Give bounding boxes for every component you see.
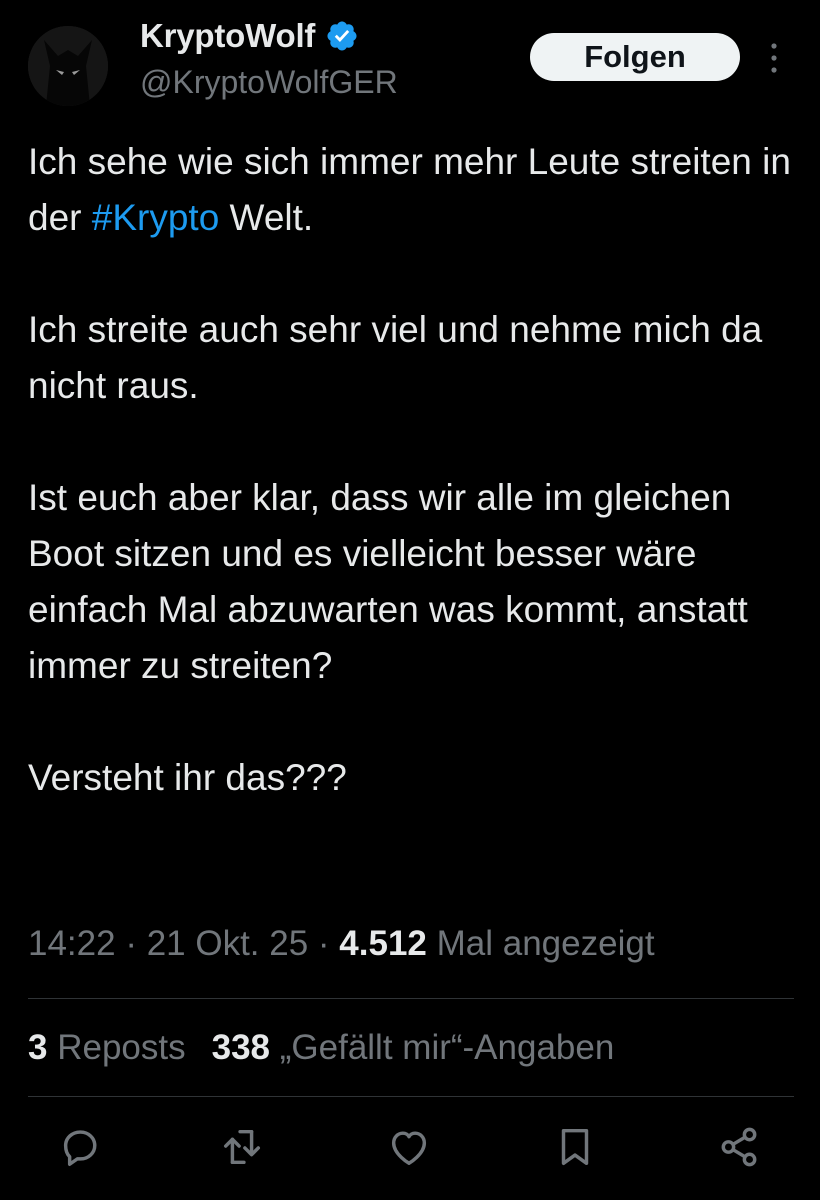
tweet-time[interactable]: 14:22 — [28, 924, 116, 963]
avatar[interactable] — [28, 26, 108, 106]
action-bar — [0, 1124, 820, 1180]
tweet-text-segment: Welt. — [219, 197, 314, 238]
meta-separator: · — [308, 924, 340, 963]
hashtag-link[interactable]: #Krypto — [92, 197, 220, 238]
tweet-date[interactable]: 21 Okt. 25 — [147, 924, 308, 963]
tweet-header: KryptoWolf @KryptoWolfGER Folgen — [0, 0, 820, 120]
likes-label: „Gefällt mir“-Angaben — [279, 1028, 615, 1067]
likes-count: 338 — [211, 1028, 271, 1067]
views-count: 4.512 — [339, 924, 427, 963]
divider — [28, 998, 794, 999]
reply-icon[interactable] — [57, 1124, 103, 1170]
follow-button[interactable]: Folgen — [530, 33, 740, 81]
engagement-stats: 3 Reposts 338 „Gefällt mir“-Angaben — [28, 1028, 614, 1068]
repost-icon[interactable] — [219, 1124, 265, 1170]
tweet-paragraph: Ich streite auch sehr viel und nehme mic… — [28, 309, 763, 406]
share-icon[interactable] — [716, 1124, 762, 1170]
more-options-icon[interactable] — [762, 40, 786, 76]
like-icon[interactable] — [386, 1124, 432, 1170]
display-name[interactable]: KryptoWolf — [140, 17, 315, 55]
verified-badge-icon — [325, 19, 359, 53]
meta-separator: · — [115, 924, 147, 963]
tweet-paragraph: Ist euch aber klar, dass wir alle im gle… — [28, 477, 748, 686]
avatar-wolf-image — [28, 26, 108, 106]
user-handle[interactable]: @KryptoWolfGER — [140, 64, 398, 101]
tweet-meta: 14:22 · 21 Okt. 25 · 4.512 Mal angezeigt — [28, 924, 655, 964]
divider — [28, 1096, 794, 1097]
tweet-paragraph: Versteht ihr das??? — [28, 757, 347, 798]
tweet-text: Ich sehe wie sich immer mehr Leute strei… — [28, 134, 798, 806]
reposts-count: 3 — [28, 1028, 48, 1067]
reposts-stat[interactable]: 3 Reposts — [28, 1028, 186, 1067]
reposts-label: Reposts — [57, 1028, 186, 1067]
views-label: Mal angezeigt — [436, 924, 655, 963]
bookmark-icon[interactable] — [552, 1124, 598, 1170]
tweet-paragraph: Ich sehe wie sich immer mehr Leute strei… — [28, 134, 798, 246]
likes-stat[interactable]: 338 „Gefällt mir“-Angaben — [212, 1028, 615, 1067]
display-name-row: KryptoWolf — [140, 14, 359, 58]
